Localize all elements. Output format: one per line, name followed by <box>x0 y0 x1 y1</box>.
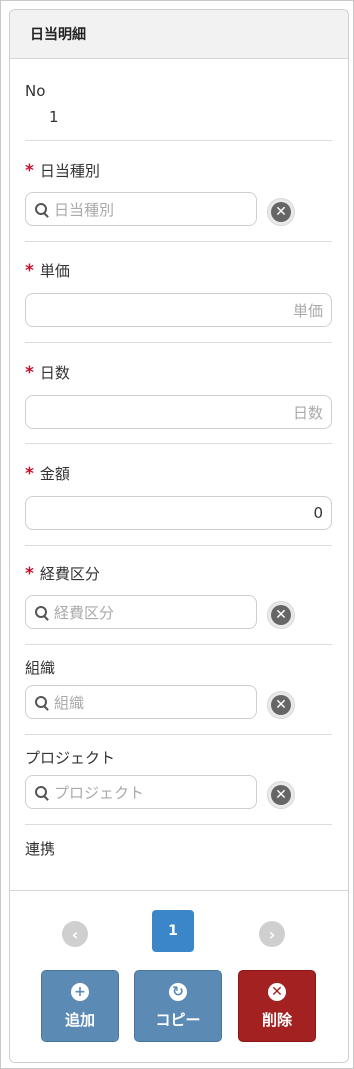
expense-category-label: 経費区分 <box>39 565 100 583</box>
unit-price-label: 単価 <box>39 262 70 280</box>
divider <box>25 824 332 825</box>
close-icon: ✕ <box>268 982 286 1001</box>
expense-category-input[interactable]: 経費区分 <box>25 595 257 629</box>
days-input[interactable]: 日数 <box>25 395 332 429</box>
search-icon <box>35 696 47 708</box>
clear-allowance-type-button[interactable]: ✕ <box>267 198 295 226</box>
next-page-button[interactable]: › <box>259 921 285 947</box>
refresh-icon: ↻ <box>169 982 187 1001</box>
unit-price-placeholder: 単価 <box>292 301 323 320</box>
divider <box>25 443 332 444</box>
allowance-type-placeholder: 日当種別 <box>54 200 115 219</box>
divider <box>25 545 332 546</box>
required-mark: * <box>25 363 34 383</box>
chevron-left-icon: ‹ <box>71 924 79 944</box>
delete-button[interactable]: ✕ 削除 <box>238 970 316 1042</box>
copy-button-label: コピー <box>155 1010 201 1029</box>
expense-category-placeholder: 経費区分 <box>54 603 115 622</box>
amount-value: 0 <box>313 504 323 522</box>
close-icon: ✕ <box>271 785 291 805</box>
amount-input[interactable]: 0 <box>25 496 332 530</box>
search-icon <box>35 606 47 618</box>
required-mark: * <box>25 161 34 181</box>
organization-label: 組織 <box>25 659 56 677</box>
copy-button[interactable]: ↻ コピー <box>134 970 222 1042</box>
add-button[interactable]: + 追加 <box>41 970 119 1042</box>
chevron-right-icon: › <box>268 924 276 944</box>
clear-project-button[interactable]: ✕ <box>267 781 295 809</box>
window-frame: 日当明細 No 1 * 日当種別 日当種別 ✕ * 単価 単価 * 日数 日数 … <box>0 0 354 1069</box>
clear-expense-category-button[interactable]: ✕ <box>267 601 295 629</box>
no-value: 1 <box>49 108 59 126</box>
required-mark: * <box>25 261 34 281</box>
project-placeholder: プロジェクト <box>54 783 145 802</box>
project-input[interactable]: プロジェクト <box>25 775 257 809</box>
allowance-type-input[interactable]: 日当種別 <box>25 192 257 226</box>
days-placeholder: 日数 <box>292 403 323 422</box>
divider <box>25 342 332 343</box>
link-label: 連携 <box>25 840 56 858</box>
close-icon: ✕ <box>271 605 291 625</box>
search-icon <box>35 786 47 798</box>
prev-page-button[interactable]: ‹ <box>62 921 88 947</box>
divider <box>25 140 332 141</box>
delete-button-label: 削除 <box>261 1010 292 1029</box>
detail-panel: 日当明細 No 1 * 日当種別 日当種別 ✕ * 単価 単価 * 日数 日数 … <box>9 9 349 1063</box>
close-icon: ✕ <box>271 202 291 222</box>
organization-input[interactable]: 組織 <box>25 685 257 719</box>
required-mark: * <box>25 464 34 484</box>
close-icon: ✕ <box>271 695 291 715</box>
search-icon <box>35 203 47 215</box>
project-label: プロジェクト <box>25 749 116 767</box>
unit-price-input[interactable]: 単価 <box>25 293 332 327</box>
current-page-button[interactable]: 1 <box>152 910 194 952</box>
panel-title: 日当明細 <box>10 10 348 59</box>
footer-toolbar: ‹ 1 › + 追加 ↻ コピー ✕ 削除 <box>10 890 348 1062</box>
plus-icon: + <box>71 982 89 1001</box>
divider <box>25 644 332 645</box>
divider <box>25 734 332 735</box>
clear-organization-button[interactable]: ✕ <box>267 691 295 719</box>
no-label: No <box>25 82 46 100</box>
required-mark: * <box>25 564 34 584</box>
days-label: 日数 <box>39 364 70 382</box>
divider <box>25 241 332 242</box>
amount-label: 金額 <box>39 465 70 483</box>
allowance-type-label: 日当種別 <box>39 162 100 180</box>
add-button-label: 追加 <box>64 1010 95 1029</box>
organization-placeholder: 組織 <box>54 693 85 712</box>
